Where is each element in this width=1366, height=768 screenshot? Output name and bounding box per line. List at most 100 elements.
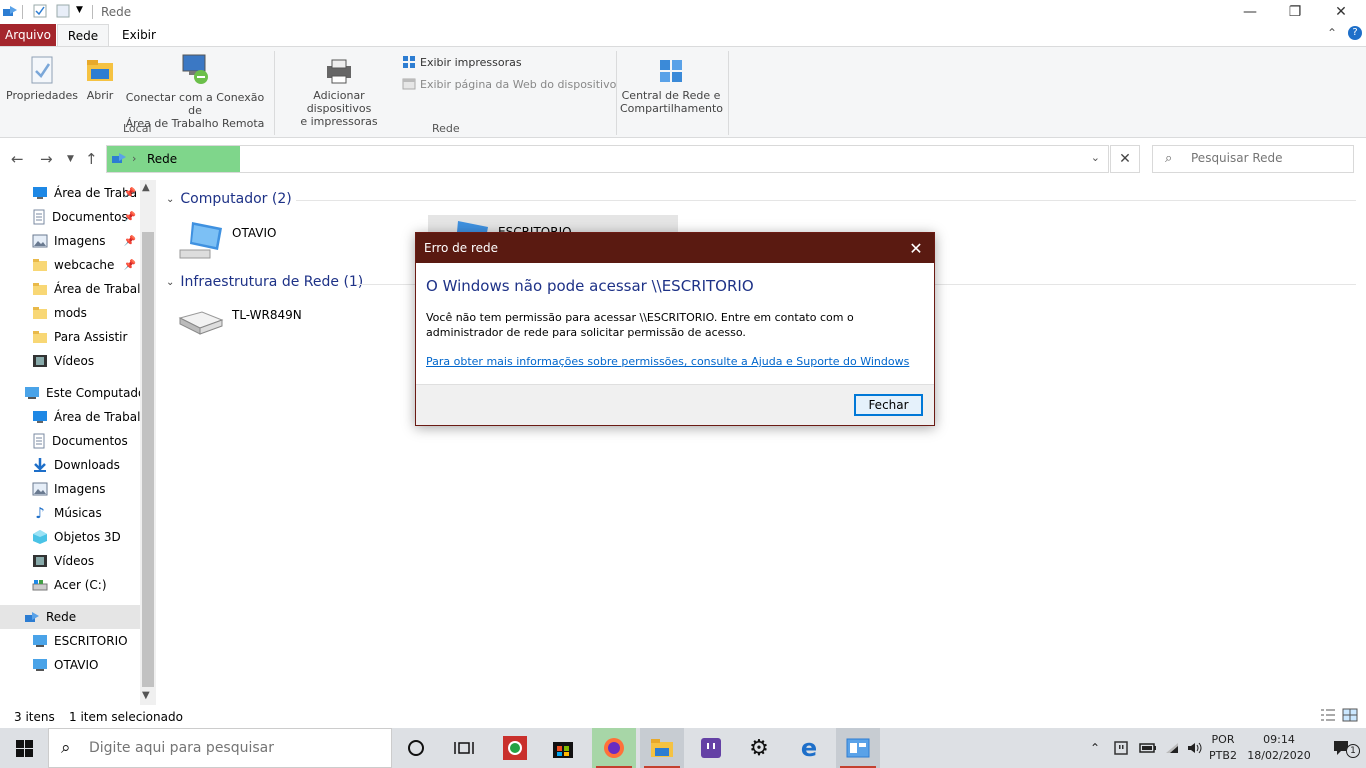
dialog-close-button[interactable]: ✕	[904, 237, 928, 259]
nav-quick-desktop[interactable]: Área de Traba 📌	[0, 181, 140, 205]
infra-item-label: TL-WR849N	[232, 308, 302, 322]
navigation-pane: Área de Traba 📌 Documentos 📌 Imagens 📌 webc…	[0, 180, 156, 705]
taskbar-control-panel[interactable]	[836, 728, 880, 768]
up-arrow-icon[interactable]: ↑	[85, 150, 98, 168]
recent-locations-icon[interactable]: ▼	[67, 154, 74, 164]
dialog-close-action-button[interactable]: Fechar	[854, 394, 923, 416]
help-icon[interactable]: ?	[1348, 26, 1362, 40]
remote-desktop-label-line1: Conectar com a Conexão de	[125, 91, 265, 117]
volume-icon[interactable]	[1187, 728, 1203, 768]
taskbar-whatsapp[interactable]	[494, 728, 536, 768]
large-icons-view-icon[interactable]	[1342, 708, 1358, 725]
nav-quick-documents[interactable]: Documentos 📌	[0, 205, 140, 229]
nav-network-escritorio[interactable]: ESCRITORIO	[0, 629, 140, 653]
forward-arrow-icon[interactable]: →	[40, 150, 53, 168]
customize-quick-access-icon[interactable]: ▼	[76, 5, 83, 15]
back-arrow-icon[interactable]: ←	[11, 150, 24, 168]
details-view-icon[interactable]	[1320, 708, 1336, 725]
tab-file[interactable]: Arquivo	[0, 24, 56, 46]
section-computers[interactable]: ⌄ Computador (2)	[166, 191, 292, 207]
input-language-indicator[interactable]: POR PTB2	[1206, 732, 1240, 764]
music-note-icon: ♪	[35, 504, 45, 522]
show-printers-button[interactable]: Exibir impressoras	[402, 55, 522, 69]
nav-pc-downloads[interactable]: Downloads	[0, 453, 140, 477]
properties-quick-icon[interactable]	[33, 4, 47, 21]
task-view-icon	[454, 742, 474, 754]
breadcrumb-chevron-icon[interactable]: ›	[132, 152, 136, 165]
task-view-button[interactable]	[444, 728, 484, 768]
maximize-button[interactable]: ❐	[1272, 0, 1318, 24]
nav-network-otavio[interactable]: OTAVIO	[0, 653, 140, 677]
dialog-help-link[interactable]: Para obter mais informações sobre permis…	[426, 355, 909, 368]
scrollbar-thumb[interactable]	[142, 232, 154, 687]
nav-scrollbar[interactable]: ▲ ▼	[140, 180, 156, 705]
tab-network[interactable]: Rede	[57, 24, 109, 46]
open-button[interactable]: Abrir	[82, 55, 118, 102]
device-webpage-button[interactable]: Exibir página da Web do dispositivo	[402, 77, 616, 91]
taskbar-clock[interactable]: 09:14 18/02/2020	[1244, 732, 1314, 764]
nav-quick-videos[interactable]: Vídeos	[0, 349, 140, 373]
properties-label: Propriedades	[6, 89, 78, 102]
network-center-label-line1: Central de Rede e	[621, 89, 721, 102]
computer-item-otavio[interactable]: OTAVIO	[178, 220, 408, 266]
nav-pc-desktop[interactable]: Área de Trabalho	[0, 405, 140, 429]
address-bar[interactable]: › Rede ⌄	[106, 145, 1109, 173]
tab-view[interactable]: Exibir	[112, 24, 166, 46]
new-folder-quick-icon[interactable]	[56, 4, 70, 21]
nav-pc-documents[interactable]: Documentos	[0, 429, 140, 453]
minimize-button[interactable]: —	[1227, 0, 1273, 24]
section-network-infrastructure[interactable]: ⌄ Infraestrutura de Rede (1)	[166, 274, 363, 290]
start-button[interactable]	[0, 728, 48, 768]
search-box[interactable]: ⌕	[1152, 145, 1354, 173]
nav-quick-desktop-2[interactable]: Área de Trabalho	[0, 277, 140, 301]
nav-pc-music[interactable]: ♪ Músicas	[0, 501, 140, 525]
status-bar: 3 itens 1 item selecionado	[0, 705, 1366, 728]
nav-pc-images[interactable]: Imagens	[0, 477, 140, 501]
pin-icon: 📌	[123, 235, 136, 247]
drive-icon	[32, 580, 48, 591]
keyboard-layout: PTB2	[1209, 749, 1237, 762]
taskbar-store[interactable]	[542, 728, 584, 768]
collapse-ribbon-icon[interactable]: ⌃	[1327, 26, 1337, 40]
cortana-button[interactable]	[396, 728, 436, 768]
nav-pc-videos[interactable]: Vídeos	[0, 549, 140, 573]
breadcrumb-network[interactable]: Rede	[147, 152, 177, 166]
nav-quick-images[interactable]: Imagens 📌	[0, 229, 140, 253]
nav-this-pc[interactable]: Este Computador	[0, 381, 140, 405]
taskbar-firefox[interactable]	[592, 728, 636, 768]
scroll-up-icon[interactable]: ▲	[142, 182, 150, 193]
clock-date: 18/02/2020	[1247, 749, 1311, 762]
remote-desktop-button[interactable]: Conectar com a Conexão de Área de Trabal…	[122, 53, 268, 130]
taskbar-settings[interactable]: ⚙	[738, 728, 780, 768]
computer-item-escritorio[interactable]: ESCRITORIO	[428, 215, 678, 233]
address-dropdown-icon[interactable]: ⌄	[1091, 151, 1100, 164]
stop-loading-button[interactable]: ✕	[1110, 145, 1140, 173]
action-center-button[interactable]: 1	[1322, 728, 1362, 768]
nav-quick-para-assistir[interactable]: Para Assistir	[0, 325, 140, 349]
properties-button[interactable]: Propriedades	[6, 55, 78, 102]
nav-pc-3d-objects[interactable]: Objetos 3D	[0, 525, 140, 549]
wifi-icon[interactable]	[1164, 728, 1180, 768]
taskbar-file-explorer[interactable]	[640, 728, 684, 768]
taskbar-search-box[interactable]: ⌕	[48, 728, 392, 768]
device-webpage-icon	[402, 78, 416, 90]
show-hidden-icons-icon[interactable]: ⌃	[1090, 728, 1100, 768]
infra-item-router[interactable]: TL-WR849N	[176, 306, 376, 346]
tray-twitch-icon[interactable]	[1114, 728, 1128, 768]
add-devices-button[interactable]: Adicionar dispositivos e impressoras	[280, 57, 398, 128]
close-button[interactable]: ✕	[1318, 0, 1364, 24]
scroll-down-icon[interactable]: ▼	[142, 690, 150, 701]
battery-icon[interactable]	[1139, 728, 1157, 768]
taskbar-edge[interactable]: e	[788, 728, 830, 768]
nav-quick-mods[interactable]: mods	[0, 301, 140, 325]
device-webpage-label: Exibir página da Web do dispositivo	[420, 77, 617, 91]
network-center-button[interactable]: Central de Rede e Compartilhamento	[620, 57, 723, 115]
taskbar-search-input[interactable]	[89, 740, 379, 756]
nav-pc-drive-c[interactable]: Acer (C:)	[0, 573, 140, 597]
taskbar-twitch[interactable]	[690, 728, 732, 768]
printer-icon	[327, 59, 351, 84]
nav-quick-webcache[interactable]: webcache 📌	[0, 253, 140, 277]
dialog-message: Você não tem permissão para acessar \\ES…	[426, 311, 854, 339]
nav-network[interactable]: Rede	[0, 605, 140, 629]
search-input[interactable]	[1191, 151, 1346, 165]
